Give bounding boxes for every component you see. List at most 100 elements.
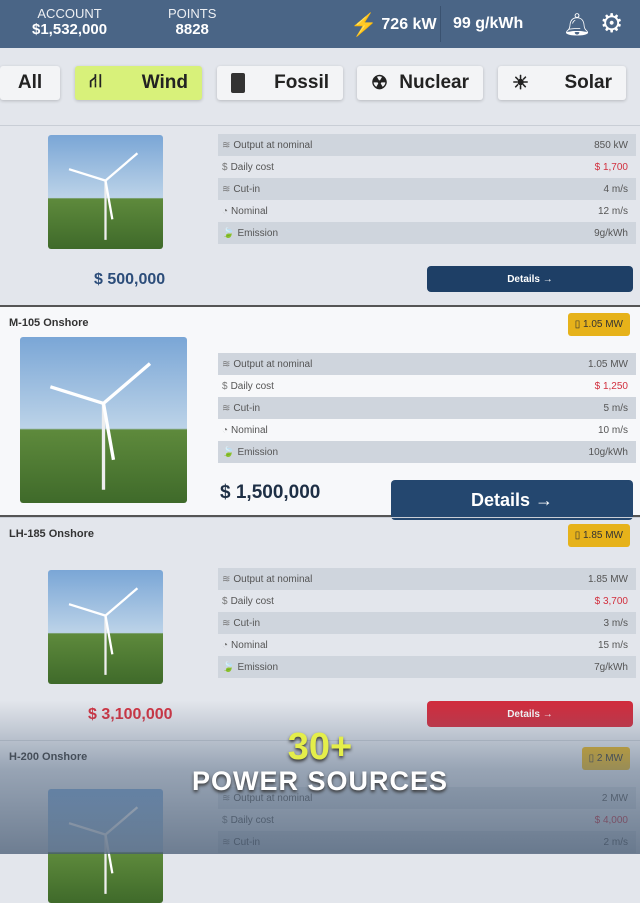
spec-value: 5 m/s bbox=[603, 402, 628, 414]
spec-table: ≋ Output at nominal 2 MW $ Daily cost $ 4,000… bbox=[218, 787, 636, 853]
account-stat: ACCOUNT $1,532,000 bbox=[32, 6, 107, 38]
gauge-icon: ◔ bbox=[222, 639, 229, 651]
lightning-icon: ⚡ bbox=[350, 12, 378, 37]
source-name: M-105 Onshore bbox=[9, 317, 89, 329]
details-button[interactable]: Details → bbox=[391, 480, 633, 520]
tab-wind[interactable]: ⛙ Wind bbox=[75, 66, 202, 100]
emission-value: 99 g/kWh bbox=[453, 15, 524, 32]
spec-label: Emission bbox=[237, 227, 279, 239]
battery-icon: ▯ bbox=[574, 319, 581, 330]
spec-label: Cut-in bbox=[233, 183, 261, 195]
spec-label: Cut-in bbox=[233, 836, 261, 848]
spec-value: 3 m/s bbox=[603, 617, 628, 629]
tab-label: Solar bbox=[564, 72, 612, 93]
spec-row: 🍃 Emission 10g/kWh bbox=[218, 441, 636, 463]
price: $ 500,000 bbox=[94, 271, 166, 288]
spec-row: ◔ Nominal 15 m/s bbox=[218, 634, 636, 656]
spec-label: Daily cost bbox=[230, 380, 274, 392]
tab-solar[interactable]: ☀ Solar bbox=[498, 66, 626, 100]
top-bar: ACCOUNT $1,532,000 POINTS 8828 ⚡ 726 kW 9… bbox=[0, 0, 640, 48]
spec-value: 850 kW bbox=[594, 139, 628, 151]
wind-icon: ≋ bbox=[222, 617, 231, 629]
spec-value: 1.05 MW bbox=[587, 358, 628, 370]
radiation-icon: ☢ bbox=[371, 72, 389, 94]
spec-label: Daily cost bbox=[230, 595, 274, 607]
turbine-image bbox=[20, 337, 187, 503]
tab-fossil[interactable]: Fossil bbox=[217, 66, 343, 100]
turbine-image bbox=[48, 570, 163, 684]
spec-label: Cut-in bbox=[233, 617, 261, 629]
tab-label: Fossil bbox=[274, 72, 329, 93]
power-source-card: ≋ Output at nominal 850 kW $ Daily cost $ 1,7… bbox=[0, 125, 640, 305]
battery-icon: ▯ bbox=[588, 753, 595, 764]
details-button[interactable]: Details → bbox=[427, 266, 633, 292]
badge-value: 2 MW bbox=[596, 753, 623, 764]
bell-icon[interactable]: 🔔︎ bbox=[563, 12, 591, 38]
account-value: $1,532,000 bbox=[32, 21, 108, 38]
spec-row: ≋ Output at nominal 2 MW bbox=[218, 787, 636, 809]
spec-row: 🍃 Emission 9g/kWh bbox=[218, 222, 636, 244]
spec-value: 7g/kWh bbox=[594, 661, 628, 673]
badge-value: 1.85 MW bbox=[582, 530, 623, 541]
turbine-image bbox=[48, 135, 163, 249]
spec-row: $ Daily cost $ 1,700 bbox=[218, 156, 636, 178]
leaf-icon: 🍃 bbox=[222, 227, 235, 239]
divider bbox=[440, 6, 441, 42]
battery-icon: ▯ bbox=[574, 530, 581, 541]
spec-value: 2 MW bbox=[601, 792, 628, 804]
power-source-card: H-200 Onshore ▯ 2 MW ≋ Output at nominal 2 M… bbox=[0, 740, 640, 903]
spec-row: $ Daily cost $ 3,700 bbox=[218, 590, 636, 612]
spec-value: 10g/kWh bbox=[588, 446, 628, 458]
capacity-badge: ▯ 1.05 MW bbox=[567, 313, 630, 336]
spec-row: ≋ Output at nominal 1.05 MW bbox=[218, 353, 636, 375]
tab-label: Nuclear bbox=[399, 72, 469, 93]
spec-table: ≋ Output at nominal 1.05 MW $ Daily cost $ 1,… bbox=[218, 353, 636, 463]
spec-row: ≋ Cut-in 5 m/s bbox=[218, 397, 636, 419]
spec-row: ≋ Output at nominal 1.85 MW bbox=[218, 568, 636, 590]
spec-label: Output at nominal bbox=[233, 573, 313, 585]
details-button[interactable]: Details → bbox=[427, 701, 633, 727]
power-value: 726 kW bbox=[381, 16, 437, 33]
source-name: LH-185 Onshore bbox=[9, 528, 94, 540]
price: $ 3,100,000 bbox=[88, 706, 173, 723]
gear-icon[interactable]: ⚙ bbox=[600, 8, 623, 39]
wind-icon: ≋ bbox=[222, 183, 231, 195]
spec-row: ≋ Output at nominal 850 kW bbox=[218, 134, 636, 156]
spec-row: ≋ Cut-in 2 m/s bbox=[218, 831, 636, 853]
spec-value: 10 m/s bbox=[597, 424, 628, 436]
power-source-card: LH-185 Onshore ▯ 1.85 MW ≋ Output at nomina… bbox=[0, 517, 640, 740]
spec-label: Daily cost bbox=[230, 814, 274, 826]
spec-label: Nominal bbox=[231, 424, 268, 436]
spec-label: Emission bbox=[237, 446, 279, 458]
spec-label: Output at nominal bbox=[233, 139, 313, 151]
wind-icon: ≋ bbox=[222, 792, 231, 804]
points-value: 8828 bbox=[175, 21, 209, 38]
spec-row: ≋ Cut-in 3 m/s bbox=[218, 612, 636, 634]
capacity-badge: ▯ 2 MW bbox=[581, 747, 630, 770]
spec-label: Emission bbox=[237, 661, 279, 673]
tab-nuclear[interactable]: ☢ Nuclear bbox=[357, 66, 483, 100]
leaf-icon: 🍃 bbox=[222, 446, 235, 458]
spec-row: $ Daily cost $ 1,250 bbox=[218, 375, 636, 397]
points-label: POINTS bbox=[168, 6, 217, 21]
spec-label: Daily cost bbox=[230, 161, 274, 173]
spec-value: $ 3,700 bbox=[594, 595, 628, 607]
tab-label: All bbox=[17, 72, 43, 93]
price: $ 1,500,000 bbox=[220, 482, 321, 503]
spec-value: 1.85 MW bbox=[587, 573, 628, 585]
dollar-icon: $ bbox=[222, 161, 228, 173]
spec-value: $ 1,700 bbox=[594, 161, 628, 173]
power-source-card: M-105 Onshore ▯ 1.05 MW ≋ Output at nominal… bbox=[0, 305, 640, 520]
wind-icon: ≋ bbox=[222, 573, 231, 585]
points-stat: POINTS 8828 bbox=[168, 6, 216, 38]
spec-value: $ 4,000 bbox=[594, 814, 628, 826]
spec-row: $ Daily cost $ 4,000 bbox=[218, 809, 636, 831]
turbine-image bbox=[48, 789, 163, 903]
spec-row: ≋ Cut-in 4 m/s bbox=[218, 178, 636, 200]
category-tabs: All ⛙ Wind Fossil ☢ Nuclear ☀ Solar bbox=[0, 48, 640, 124]
spec-value: 2 m/s bbox=[603, 836, 628, 848]
tab-all[interactable]: All bbox=[0, 66, 60, 100]
wind-icon: ≋ bbox=[222, 358, 231, 370]
dollar-icon: $ bbox=[222, 814, 228, 826]
sun-icon: ☀ bbox=[512, 72, 530, 94]
